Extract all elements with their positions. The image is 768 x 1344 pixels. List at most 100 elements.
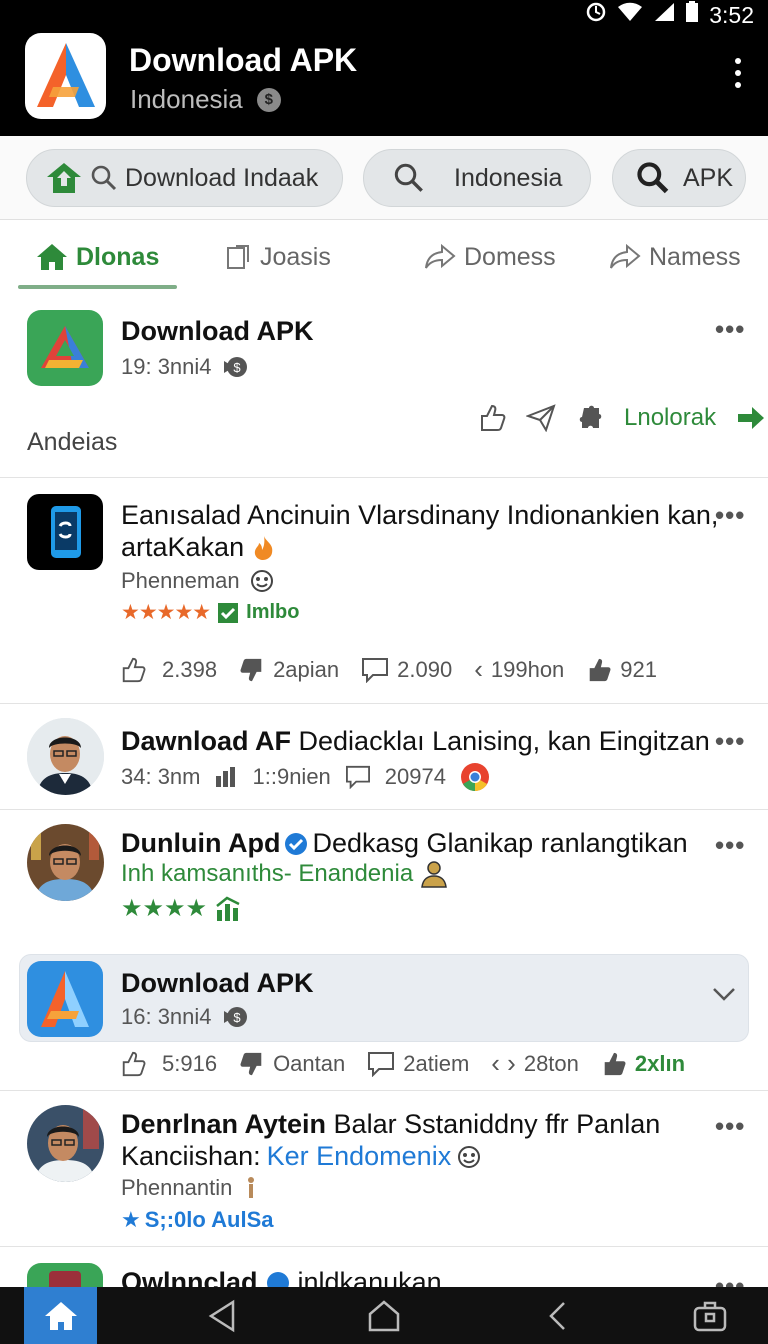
home-icon xyxy=(37,244,67,270)
send-icon[interactable] xyxy=(526,404,556,432)
card-actions: 2.398 2apian 2.090 ‹ 199hon 921 xyxy=(120,654,657,685)
app-subtitle: Indonesia $ xyxy=(130,84,281,115)
card-meta: 19: 3nni4 $ xyxy=(121,354,250,380)
feed-card-7[interactable]: Owlnnclad inldkanukan ••• xyxy=(0,1247,768,1287)
comment-icon xyxy=(362,657,389,683)
dislike-action[interactable]: 2apian xyxy=(239,657,339,683)
more-options-icon[interactable]: ••• xyxy=(715,314,745,345)
app-thumbnail xyxy=(27,961,103,1037)
card-title: Download APK xyxy=(121,316,314,346)
battery-icon xyxy=(685,1,699,29)
home-nav-button[interactable] xyxy=(24,1287,97,1344)
sync-icon xyxy=(585,1,607,29)
meta-time: 34: 3nm xyxy=(121,764,201,789)
card-meta: 34: 3nm 1::9nien 20974 xyxy=(121,762,490,792)
card-title: Dawnload AF Dediacklaı Lanising, kan Ein… xyxy=(121,726,710,756)
meta-comments: 20974 xyxy=(384,764,446,789)
thumbs-action[interactable]: 2xlın xyxy=(601,1051,685,1077)
person-small-icon xyxy=(248,1177,255,1198)
card-rating: ★★★★ xyxy=(121,894,243,923)
action-label[interactable]: Lnolorak xyxy=(624,404,716,432)
thumbs-count: 921 xyxy=(620,656,658,682)
tab-namess[interactable]: Namess xyxy=(609,222,741,292)
feed-card-3[interactable]: Dawnload AF Dediacklaı Lanising, kan Ein… xyxy=(0,704,768,810)
tab-bar: Dlonas Joasis Domess Namess xyxy=(0,222,768,292)
thumbs-up-icon xyxy=(604,1052,626,1075)
card-title: Owlnnclad inldkanukan xyxy=(121,1267,442,1287)
more-options-icon[interactable]: ••• xyxy=(715,830,745,861)
app-thumbnail xyxy=(27,494,103,570)
tab-joasis[interactable]: Joasis xyxy=(226,222,331,292)
more-options-icon[interactable]: ••• xyxy=(715,1111,745,1142)
like-outline-icon[interactable] xyxy=(478,404,506,432)
puzzle-icon[interactable] xyxy=(576,404,604,432)
feed-card-2[interactable]: Eanısalad Ancinuin Vlarsdinany Indionank… xyxy=(0,478,768,704)
growth-chart-icon xyxy=(216,896,240,921)
chevron-left-icon xyxy=(549,1302,565,1330)
more-options-icon[interactable]: ••• xyxy=(715,500,745,531)
recents-nav-button[interactable] xyxy=(690,1297,730,1335)
thumbs-count: 2xlın xyxy=(634,1050,686,1076)
system-nav-bar xyxy=(0,1287,768,1344)
status-bar: 3:52 xyxy=(0,0,768,30)
tab-label: Domess xyxy=(464,242,556,271)
back-nav-button[interactable] xyxy=(202,1297,242,1335)
card-actions: Lnolorak xyxy=(478,404,766,432)
like-action[interactable]: 5:916 xyxy=(120,1051,217,1077)
signal-icon xyxy=(653,2,675,28)
feed-card-6[interactable]: Denrlnan Aytein Balar Sstaniddny ffr Pan… xyxy=(0,1091,768,1247)
dislike-icon xyxy=(240,658,262,681)
home-upload-icon xyxy=(47,163,81,193)
search-icon xyxy=(91,165,117,191)
app-logo xyxy=(25,33,106,119)
emoji-icon xyxy=(458,1145,481,1168)
share-action[interactable]: ‹ › 28ton xyxy=(491,1048,579,1079)
search-row: Download Indaak Indonesia APK xyxy=(0,136,768,220)
dislike-label: Oantan xyxy=(273,1050,346,1076)
comment-action[interactable]: 2atiem xyxy=(367,1051,469,1077)
search-pill-download[interactable]: Download Indaak xyxy=(26,149,343,207)
chevron-left-icon: ‹ › xyxy=(491,1048,516,1078)
more-options-icon[interactable]: ••• xyxy=(715,726,745,757)
card-subtitle: Inh kamsanıths- Enandenia xyxy=(121,860,449,888)
badge-icon: $ xyxy=(223,357,247,377)
avatar xyxy=(27,1105,104,1182)
share-label: 28ton xyxy=(523,1050,579,1076)
card-title-line2: Kanciishan: Ker Endomenix xyxy=(121,1141,481,1172)
search-pill-apk[interactable]: APK xyxy=(612,149,746,207)
arrow-right-icon[interactable] xyxy=(736,405,766,431)
card-title-line2: artaKakan xyxy=(121,532,278,563)
card-rating: ★ S;:0lo AulSa xyxy=(121,1207,274,1233)
person-emoji-icon xyxy=(421,861,448,888)
prev-nav-button[interactable] xyxy=(538,1297,578,1335)
thumbs-up-icon xyxy=(590,658,611,681)
feed-card-4[interactable]: Dunluin Apd Dedkasg Glanikap ranlangtika… xyxy=(0,810,768,954)
search-icon xyxy=(637,162,669,194)
home-nav-circle-button[interactable] xyxy=(364,1297,404,1335)
feed-card-1[interactable]: Download APK 19: 3nni4 $ ••• Lnolorak An… xyxy=(0,292,768,478)
chart-bars-icon xyxy=(215,767,235,787)
comment-action[interactable]: 2.090 xyxy=(361,657,452,683)
wifi-icon xyxy=(617,2,643,28)
verified-icon xyxy=(285,832,308,855)
thumbs-action[interactable]: 921 xyxy=(586,657,657,683)
like-action[interactable]: 2.398 xyxy=(120,657,217,683)
like-outline-icon xyxy=(122,657,146,682)
verified-icon xyxy=(266,1271,289,1287)
dislike-action[interactable]: Oantan xyxy=(239,1051,345,1077)
share-action[interactable]: ‹ 199hon xyxy=(474,654,564,685)
title-link[interactable]: Ker Endomenix xyxy=(267,1141,452,1172)
briefcase-icon xyxy=(693,1301,727,1332)
tab-domess[interactable]: Domess xyxy=(424,222,556,292)
share-label: 199hon xyxy=(490,656,565,682)
overflow-menu-icon[interactable] xyxy=(728,58,748,88)
card-author: Phenneman xyxy=(121,568,274,594)
rating-text: S;:0lo AulSa xyxy=(144,1207,274,1232)
dislike-icon xyxy=(240,1052,262,1075)
chevron-down-icon[interactable] xyxy=(712,986,736,1007)
more-options-icon[interactable]: ••• xyxy=(715,1271,745,1287)
comment-count: 2.090 xyxy=(397,656,453,682)
search-pill-indonesia[interactable]: Indonesia xyxy=(363,149,591,207)
card-title-text: artaKakan xyxy=(121,532,245,562)
tab-home[interactable]: Dlonas xyxy=(36,222,159,292)
